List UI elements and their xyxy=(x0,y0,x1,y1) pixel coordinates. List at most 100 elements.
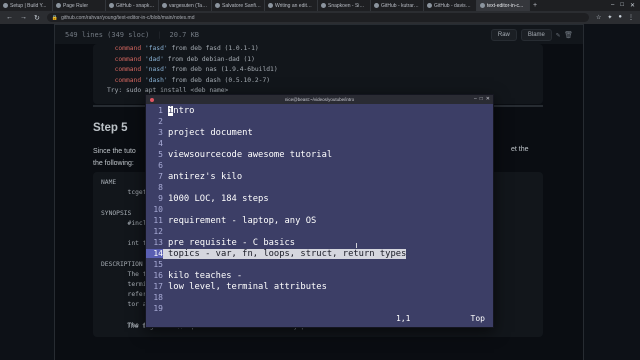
tab-label: Setup | Build Y... xyxy=(10,2,47,9)
vim-line: 16 kilo teaches - xyxy=(146,270,493,281)
browser-tab[interactable]: GitHub - kutrare(... xyxy=(371,0,424,11)
terminal-minimize-icon[interactable]: – xyxy=(474,96,477,102)
line-text: pre requisite - C basics xyxy=(168,237,296,248)
new-tab-button[interactable]: + xyxy=(530,2,540,9)
terminal-window[interactable]: nice@beast:~/videos/youtube/intro – □ ✕ … xyxy=(145,94,494,328)
vim-line: 19 xyxy=(146,303,493,314)
vim-status-line: 1,1 Top xyxy=(146,314,493,324)
line-text: topics - var, fn, loops, struct, return … xyxy=(163,248,407,259)
manpage-line: refer xyxy=(101,291,147,299)
text-cursor: i xyxy=(168,105,174,116)
browser-tab[interactable]: GitHub - davisbf... xyxy=(424,0,477,11)
line-number: 7 xyxy=(158,172,163,181)
line-number: 17 xyxy=(153,282,163,291)
vim-line: 14 topics - var, fn, loops, struct, retur… xyxy=(146,248,493,259)
pencil-icon[interactable]: ✎ xyxy=(556,31,560,39)
profile-icon[interactable]: ● xyxy=(618,14,622,21)
manpage-line: tcget xyxy=(101,189,147,197)
tab-label: Snapkoen - Simi... xyxy=(328,2,367,9)
terminal-maximize-icon[interactable]: □ xyxy=(480,96,483,102)
menu-icon[interactable]: ⋮ xyxy=(628,14,634,21)
manpage-line: tor a xyxy=(101,301,147,309)
line-number: 1 xyxy=(158,106,163,115)
url-input[interactable]: 🔒 github.com/rahvar/young/text-editor-in… xyxy=(46,13,589,22)
tab-favicon-icon xyxy=(215,3,220,8)
vim-line: 5 viewsourcecode awesome tutorial xyxy=(146,149,493,160)
vim-line: 13 pre requisite - C basics xyxy=(146,237,493,248)
browser-tab[interactable]: Writing an editor... xyxy=(265,0,318,11)
line-text: low level, terminal attributes xyxy=(168,281,327,292)
vim-line: 17 low level, terminal attributes xyxy=(146,281,493,292)
maximize-icon[interactable]: □ xyxy=(620,2,624,9)
line-number: 5 xyxy=(158,150,163,159)
cursor-position: 1,1 xyxy=(396,314,411,323)
tab-label: GitHub - kutrare(... xyxy=(381,2,420,9)
manpage-line: termi xyxy=(101,281,147,288)
tab-label: GitHub - snapko... xyxy=(116,2,155,9)
browser-tab[interactable]: Salvatore Sanfilip... xyxy=(212,0,265,11)
blame-button[interactable]: Blame xyxy=(520,28,552,41)
bookmark-star-icon[interactable]: ☆ xyxy=(596,14,601,21)
vim-line: 15 xyxy=(146,259,493,270)
line-number: 6 xyxy=(158,161,163,170)
browser-tab[interactable]: vargesuten (Targ... xyxy=(159,0,212,11)
browser-tab-strip: Setup | Build Y... Page Ruler GitHub - sna… xyxy=(0,0,640,11)
tab-favicon-icon xyxy=(427,3,432,8)
tab-favicon-icon xyxy=(480,3,485,8)
tab-favicon-icon xyxy=(268,3,273,8)
vim-line: 3 project document xyxy=(146,127,493,138)
trash-icon[interactable]: 🗑 xyxy=(564,31,573,39)
manpage-line: int t xyxy=(101,240,147,248)
vim-line: 11 requirement - laptop, any OS xyxy=(146,215,493,226)
manpage-line: #incl xyxy=(101,219,147,227)
line-number: 11 xyxy=(153,216,163,225)
manpage-line: NAME xyxy=(101,179,117,186)
reload-icon[interactable]: ↻ xyxy=(34,14,40,22)
browser-tab[interactable]: GitHub - snapko... xyxy=(106,0,159,11)
tab-label: GitHub - davisbf... xyxy=(434,2,473,9)
line-number: 19 xyxy=(153,304,163,313)
line-number: 18 xyxy=(153,293,163,302)
line-number: 4 xyxy=(158,139,163,148)
line-number: 12 xyxy=(153,227,163,236)
vim-line: 9 1000 LOC, 184 steps xyxy=(146,193,493,204)
scroll-position: Top xyxy=(470,314,485,323)
minimize-icon[interactable]: – xyxy=(611,2,614,9)
tab-label: text-editor-in-c... xyxy=(487,2,524,9)
forward-icon[interactable]: → xyxy=(20,14,27,21)
vim-line: 18 xyxy=(146,292,493,303)
line-number: 3 xyxy=(158,128,163,137)
browser-toolbar: ☆ ✦ ● ⋮ xyxy=(596,14,634,21)
line-text: requirement - laptop, any OS xyxy=(168,215,317,226)
vim-line: 1 intro xyxy=(146,105,493,116)
line-text: 1000 LOC, 184 steps xyxy=(168,193,269,204)
line-text: project document xyxy=(168,127,253,138)
code-line: command 'dash' from deb dash (0.5.10.2-7… xyxy=(114,76,271,84)
extensions-icon[interactable]: ✦ xyxy=(607,14,612,21)
tab-label: Writing an editor... xyxy=(275,2,314,9)
tab-favicon-icon xyxy=(56,3,61,8)
back-icon[interactable]: ← xyxy=(6,14,13,21)
vim-buffer[interactable]: 1,1 Top 1 intro 2 3 project document 4 5 viewso… xyxy=(146,104,493,327)
tab-favicon-icon xyxy=(321,3,326,8)
terminal-close-x-icon[interactable]: ✕ xyxy=(486,96,490,102)
browser-tab[interactable]: text-editor-in-c... xyxy=(477,0,530,11)
file-info-bar: 549 lines (349 sloc) | 20.7 KB Raw Blame… xyxy=(54,24,584,44)
browser-tab[interactable]: Page Ruler xyxy=(53,0,106,11)
tab-label: Page Ruler xyxy=(63,2,89,9)
lock-icon: 🔒 xyxy=(51,14,59,21)
raw-button[interactable]: Raw xyxy=(490,28,517,41)
address-bar: ← → ↻ 🔒 github.com/rahvar/young/text-edi… xyxy=(0,11,640,24)
vim-line: 10 xyxy=(146,204,493,215)
tab-label: Salvatore Sanfilip... xyxy=(222,2,261,9)
terminal-titlebar[interactable]: nice@beast:~/videos/youtube/intro – □ ✕ xyxy=(146,95,493,104)
url-text: github.com/rahvar/young/text-editor-in-c… xyxy=(61,14,195,21)
line-number: 2 xyxy=(158,117,163,126)
browser-tab[interactable]: Snapkoen - Simi... xyxy=(318,0,371,11)
vim-line: 2 xyxy=(146,116,493,127)
close-icon[interactable]: ✕ xyxy=(630,2,635,9)
vim-line: 7 antirez's kilo xyxy=(146,171,493,182)
line-number: 16 xyxy=(153,271,163,280)
browser-tab[interactable]: Setup | Build Y... xyxy=(0,0,53,11)
tab-favicon-icon xyxy=(109,3,114,8)
